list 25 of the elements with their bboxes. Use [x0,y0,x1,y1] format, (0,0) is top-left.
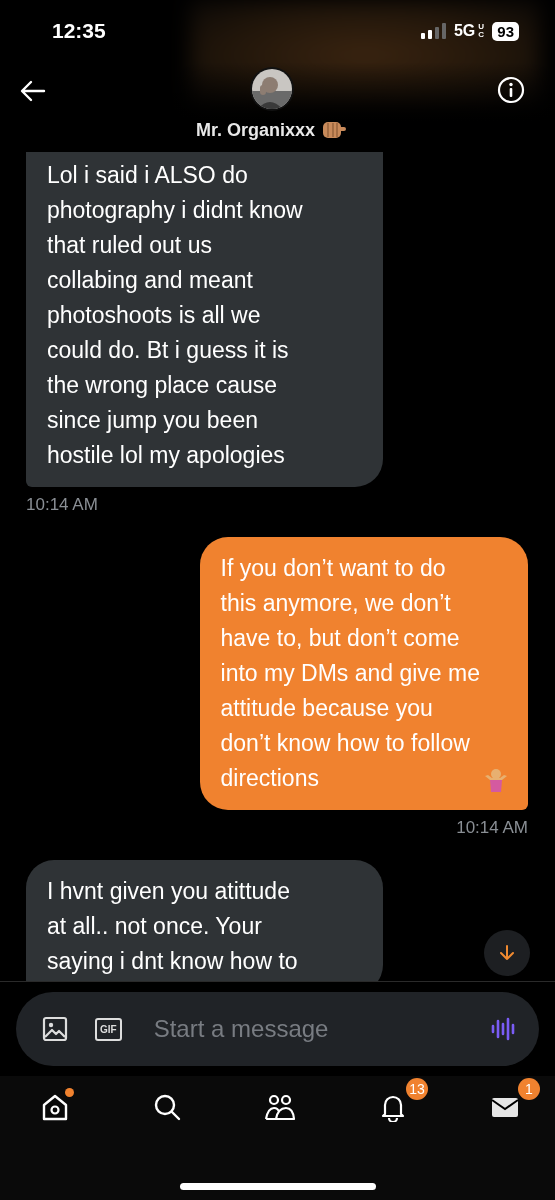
message-time: 10:14 AM [456,818,528,838]
fist-icon [321,119,348,141]
network-label: 5G [453,22,476,40]
notification-badge: 13 [406,1078,428,1100]
message-field[interactable]: GIF Start a message [16,992,539,1066]
info-icon[interactable] [497,76,525,104]
contact-name: Mr. Organixxx [195,119,316,141]
people-icon[interactable] [264,1092,296,1122]
image-icon[interactable] [42,1016,68,1042]
back-arrow-icon[interactable] [20,80,46,102]
message-text: I hvnt given you atittude at all.. not once. Your saying i dnt know how to [47,878,298,974]
notification-badge: 1 [518,1078,540,1100]
shrug-icon [484,766,508,792]
message-time: 10:14 AM [26,495,98,515]
message-text: If you don’t want to do this anymore, we don’t have to, but don’t come into my DMs and give me attitude because you don’t know how to follow directions [220,554,480,793]
message-text: Lol i said i ALSO do photography i didnt know that ruled out us collabing and meant photoshoots is all we could do. Bt i guess it is the wrong place cause since jump you been hostile lol my apologies [47,162,303,468]
voice-wave-icon[interactable] [491,1017,517,1041]
search-icon[interactable] [152,1092,182,1122]
arrow-down-icon [499,944,515,962]
home-icon[interactable] [40,1092,70,1122]
status-time: 12:35 [52,19,106,43]
signal-icon [420,23,447,39]
scroll-down-button[interactable] [484,930,530,976]
network-suffix: UC [478,23,486,39]
gif-button[interactable]: GIF [95,1017,122,1041]
